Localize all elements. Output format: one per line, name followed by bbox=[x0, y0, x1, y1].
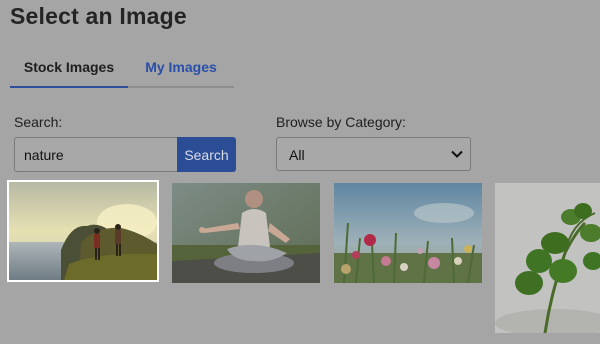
search-label: Search: bbox=[14, 114, 63, 130]
tab-stock-images[interactable]: Stock Images bbox=[10, 58, 128, 88]
search-input[interactable] bbox=[14, 137, 178, 172]
yoga-meditation-photo bbox=[172, 183, 320, 283]
image-thumbnail-hikers[interactable] bbox=[7, 180, 159, 282]
image-thumbnail-clover[interactable] bbox=[495, 183, 600, 333]
search-button[interactable]: Search bbox=[177, 137, 236, 172]
image-source-tabs: Stock Images My Images bbox=[10, 48, 234, 88]
image-thumbnail-wildflowers[interactable] bbox=[334, 183, 482, 283]
clover-photo bbox=[495, 183, 600, 333]
chevron-down-icon bbox=[451, 150, 463, 158]
category-label: Browse by Category: bbox=[276, 114, 406, 130]
category-select[interactable]: All bbox=[276, 137, 471, 171]
hikers-coast-photo bbox=[9, 182, 157, 280]
page-title: Select an Image bbox=[10, 3, 187, 29]
wildflowers-photo bbox=[334, 183, 482, 283]
tab-my-images[interactable]: My Images bbox=[136, 58, 226, 86]
category-select-value: All bbox=[289, 147, 305, 163]
image-thumbnail-yoga[interactable] bbox=[172, 183, 320, 283]
